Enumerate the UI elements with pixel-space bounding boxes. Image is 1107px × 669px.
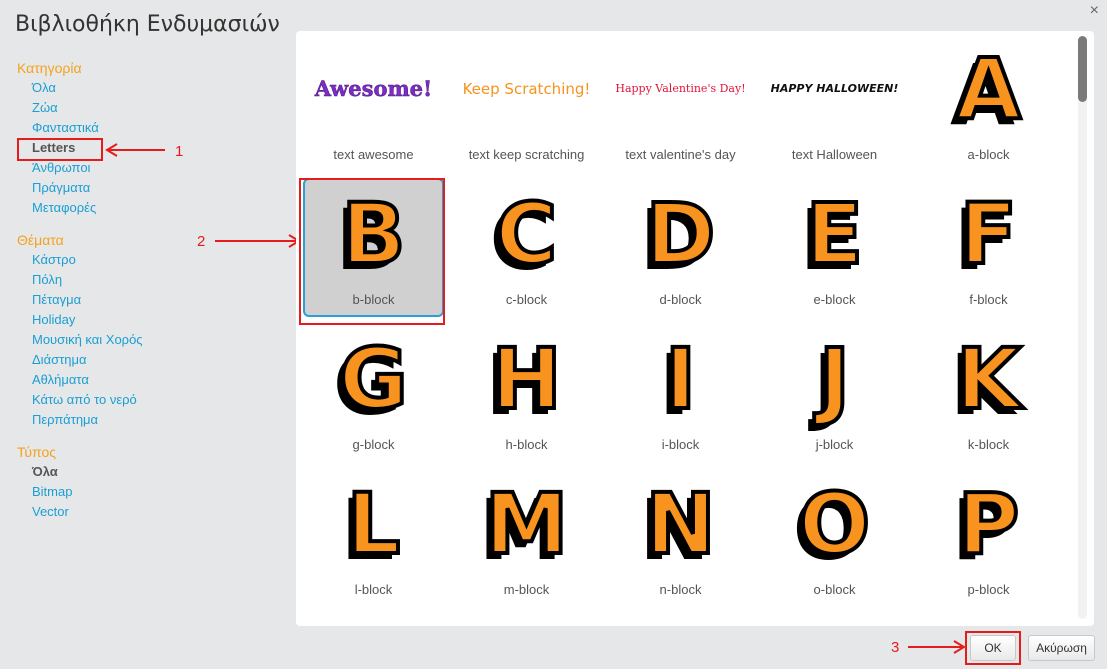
costume-label: p-block: [967, 582, 1010, 597]
costume-thumbnail: P: [956, 474, 1022, 573]
theme-item-walking[interactable]: Περπάτημα: [17, 410, 177, 430]
costume-tile[interactable]: Awesome! text awesome: [301, 31, 446, 174]
annotation-arrow-2-icon: [215, 234, 301, 248]
costume-thumbnail: E: [804, 184, 865, 283]
costume-thumbnail: M: [483, 474, 571, 573]
costume-thumbnail: D: [644, 184, 718, 283]
annotation-number-1: 1: [175, 143, 184, 160]
costume-tile[interactable]: J j-block: [762, 321, 907, 464]
costume-label: n-block: [659, 582, 702, 597]
costume-thumbnail: Keep Scratching!: [462, 79, 591, 98]
costume-label: g-block: [352, 437, 395, 452]
dialog-title: Βιβλιοθήκη Ενδυμασιών: [15, 12, 280, 37]
theme-item-underwater[interactable]: Κάτω από το νερό: [17, 390, 177, 410]
costume-thumbnail: I: [663, 329, 698, 428]
costume-tile[interactable]: K k-block: [916, 321, 1061, 464]
costume-tile[interactable]: N n-block: [608, 466, 753, 609]
costume-label: j-block: [815, 437, 854, 452]
cancel-button[interactable]: Ακύρωση: [1028, 635, 1095, 661]
theme-item-sports[interactable]: Αθλήματα: [17, 370, 177, 390]
costume-tile[interactable]: P p-block: [916, 466, 1061, 609]
costume-thumbnail: H: [489, 329, 563, 428]
costume-thumbnail: Happy Valentine's Day!: [615, 82, 746, 95]
costume-label: e-block: [813, 292, 856, 307]
costume-tile[interactable]: HAPPY HALLOWEEN! text Halloween: [762, 31, 907, 174]
costume-tile[interactable]: A a-block: [916, 31, 1061, 174]
costume-thumbnail: C: [494, 184, 560, 283]
costume-tile[interactable]: E e-block: [762, 176, 907, 319]
costume-label: text Halloween: [791, 147, 878, 162]
costume-library-panel: Awesome! text awesome Keep Scratching! t…: [296, 31, 1094, 626]
costume-label: l-block: [354, 582, 393, 597]
costume-thumbnail: K: [954, 329, 1023, 428]
costume-tile[interactable]: Keep Scratching! text keep scratching: [454, 31, 599, 174]
annotation-box-selected-costume: [299, 178, 445, 325]
costume-tile[interactable]: H h-block: [454, 321, 599, 464]
costume-tile[interactable]: Happy Valentine's Day! text valentine's …: [608, 31, 753, 174]
costume-label: m-block: [503, 582, 550, 597]
themes-heading: Θέματα: [17, 232, 64, 248]
costume-tile[interactable]: C c-block: [454, 176, 599, 319]
costume-label: text keep scratching: [468, 147, 585, 162]
costume-thumbnail: Awesome!: [314, 76, 433, 102]
costume-label: o-block: [813, 582, 856, 597]
costume-thumbnail: F: [958, 184, 1019, 283]
grid-scrollbar[interactable]: [1078, 36, 1087, 619]
costume-thumbnail: HAPPY HALLOWEEN!: [770, 82, 899, 95]
costume-label: k-block: [967, 437, 1010, 452]
costume-tile[interactable]: O o-block: [762, 466, 907, 609]
sidebar: Κατηγορία Όλα Ζώα Φανταστικά Letters Άνθ…: [17, 58, 177, 522]
costume-label: a-block: [967, 147, 1010, 162]
costume-label: text valentine's day: [625, 147, 736, 162]
costume-thumbnail: J: [817, 329, 852, 428]
type-item-bitmap[interactable]: Bitmap: [17, 482, 177, 502]
costume-tile[interactable]: M m-block: [454, 466, 599, 609]
theme-item-music-dance[interactable]: Μουσική και Χορός: [17, 330, 177, 350]
costume-label: i-block: [661, 437, 700, 452]
category-heading: Κατηγορία: [17, 60, 82, 76]
costume-tile[interactable]: I i-block: [608, 321, 753, 464]
costume-label: text awesome: [333, 147, 414, 162]
annotation-box-letters: [17, 138, 103, 161]
costume-tile[interactable]: G g-block: [301, 321, 446, 464]
costume-tile[interactable]: D d-block: [608, 176, 753, 319]
costume-thumbnail: L: [345, 474, 402, 573]
costume-thumbnail: G: [337, 329, 410, 428]
costume-label: h-block: [505, 437, 548, 452]
annotation-arrow-1-icon: [105, 143, 165, 157]
costume-tile[interactable]: L l-block: [301, 466, 446, 609]
annotation-number-3: 3: [891, 639, 900, 656]
ok-button[interactable]: OK: [970, 635, 1016, 661]
close-icon[interactable]: ×: [1090, 2, 1099, 20]
type-item-vector[interactable]: Vector: [17, 502, 177, 522]
costume-thumbnail: N: [643, 474, 717, 573]
theme-item-city[interactable]: Πόλη: [17, 270, 177, 290]
costume-label: f-block: [969, 292, 1008, 307]
type-item-all[interactable]: Όλα: [17, 462, 177, 482]
costume-label: d-block: [659, 292, 702, 307]
category-item-animals[interactable]: Ζώα: [17, 98, 177, 118]
theme-item-castle[interactable]: Κάστρο: [17, 250, 177, 270]
costume-label: c-block: [505, 292, 548, 307]
category-item-transportation[interactable]: Μεταφορές: [17, 198, 177, 218]
scrollbar-thumb[interactable]: [1078, 36, 1087, 102]
annotation-arrow-3-icon: [908, 640, 966, 654]
annotation-number-2: 2: [197, 233, 206, 250]
type-heading: Τύπος: [17, 444, 56, 460]
category-item-things[interactable]: Πράγματα: [17, 178, 177, 198]
costume-tile[interactable]: F f-block: [916, 176, 1061, 319]
costume-thumbnail: A: [954, 39, 1023, 138]
category-item-people[interactable]: Άνθρωποι: [17, 158, 177, 178]
theme-item-holiday[interactable]: Holiday: [17, 310, 177, 330]
category-item-all[interactable]: Όλα: [17, 78, 177, 98]
theme-item-space[interactable]: Διάστημα: [17, 350, 177, 370]
costume-thumbnail: O: [797, 474, 872, 573]
category-item-fantasy[interactable]: Φανταστικά: [17, 118, 177, 138]
theme-item-flying[interactable]: Πέταγμα: [17, 290, 177, 310]
